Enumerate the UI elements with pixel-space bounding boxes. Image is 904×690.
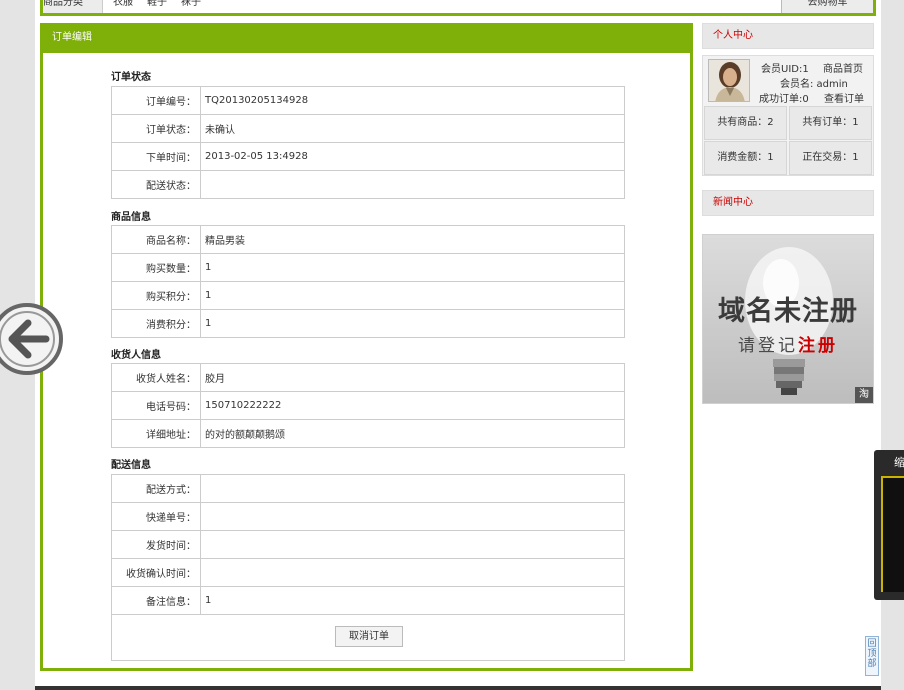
stat-orders: 共有订单：1 [789,106,872,140]
product-info-table: 商品名称： 精品男装 购买数量： 1 购买积分： 1 消费积分： 1 [111,225,625,338]
table-row: 收货人姓名： 胶月 [111,363,625,392]
field-label: 订单状态： [111,114,201,143]
field-value: 未确认 [200,114,625,143]
table-row: 订单编号： TQ20130205134928 [111,86,625,115]
order-status-table: 订单编号： TQ20130205134928 订单状态： 未确认 下单时间： 2013… [111,86,625,199]
table-row: 订单状态： 未确认 [111,114,625,143]
section-title-recipient-info: 收货人信息 [111,350,161,361]
recipient-info-table: 收货人姓名： 胶月 电话号码： 150710222222 详细地址： 的对的额颠颠鹅颂 [111,363,625,448]
stat-spent: 消费金额：1 [704,141,787,175]
floating-panel-content [881,476,904,592]
field-label: 收货人姓名： [111,363,201,392]
floating-panel[interactable]: 缩 [874,450,904,600]
table-row: 收货确认时间： [111,558,625,587]
field-label: 购买数量： [111,253,201,282]
field-label: 配送状态： [111,170,201,199]
action-row: 取消订单 [111,615,625,661]
delivery-info-table: 配送方式： 快递单号： 发货时间： 收货确认时间： 备注信息： 1 [111,474,625,615]
field-label: 下单时间： [111,142,201,171]
table-row: 发货时间： [111,530,625,559]
field-value: 1 [200,309,625,338]
table-row: 电话号码： 150710222222 [111,391,625,420]
field-value: 胶月 [200,363,625,392]
field-value: 的对的额颠颠鹅颂 [200,419,625,448]
table-row: 消费积分： 1 [111,309,625,338]
ad-tag: 淘 [855,387,873,403]
table-row: 快递单号： [111,502,625,531]
sidebar: 个人中心 会员UID:1 商品首页 会员名: admin 成功订单:0 查看订单… [702,23,874,404]
news-center-title: 新闻中心 [702,190,874,216]
ad-headline: 域名未注册 [718,296,858,327]
success-orders: 成功订单:0 [759,94,809,105]
ad-subline-prefix: 请登记 [738,336,798,356]
field-label: 备注信息： [111,586,201,615]
ad-subline: 请登记注册 [703,331,873,356]
member-name: 会员名: admin [780,79,848,90]
table-row: 备注信息： 1 [111,586,625,615]
field-value: TQ20130205134928 [200,86,625,115]
field-label: 发货时间： [111,530,201,559]
field-label: 配送方式： [111,474,201,503]
field-label: 商品名称： [111,225,201,254]
field-value [200,502,625,531]
product-home-link[interactable]: 商品首页 [823,60,863,75]
field-label: 详细地址： [111,419,201,448]
field-label: 订单编号： [111,86,201,115]
back-to-top-button[interactable]: 回顶部 [865,636,879,676]
user-info-box: 会员UID:1 商品首页 会员名: admin 成功订单:0 查看订单 共有商品… [702,55,874,176]
field-label: 购买积分： [111,281,201,310]
field-label: 快递单号： [111,502,201,531]
field-value [200,170,625,199]
floating-panel-title: 缩 [894,456,904,469]
table-row: 详细地址： 的对的额颠颠鹅颂 [111,419,625,448]
stat-products: 共有商品：2 [704,106,787,140]
table-row: 购买数量： 1 [111,253,625,282]
field-value: 2013-02-05 13:4928 [200,142,625,171]
field-label: 电话号码： [111,391,201,420]
section-title-order-status: 订单状态 [111,72,151,83]
cancel-order-button[interactable]: 取消订单 [335,626,403,647]
table-row: 商品名称： 精品男装 [111,225,625,254]
personal-center-title: 个人中心 [702,23,874,49]
field-label: 收货确认时间： [111,558,201,587]
panel-title: 订单编辑 [43,26,690,53]
domain-ad-banner[interactable]: 域名未注册 请登记注册 淘 [702,234,874,404]
section-title-product-info: 商品信息 [111,212,151,223]
stat-trading: 正在交易：1 [789,141,872,175]
table-row: 购买积分： 1 [111,281,625,310]
field-label: 消费积分： [111,309,201,338]
field-value [200,558,625,587]
table-row: 下单时间： 2013-02-05 13:4928 [111,142,625,171]
order-edit-panel: 订单编辑 订单状态 订单编号： TQ20130205134928 订单状态： 未确认… [40,23,693,671]
field-value [200,530,625,559]
section-title-delivery-info: 配送信息 [111,460,151,471]
avatar [708,59,750,102]
field-value: 精品男装 [200,225,625,254]
field-value: 1 [200,253,625,282]
table-row: 配送状态： [111,170,625,199]
field-value [200,474,625,503]
back-arrow-icon[interactable] [0,302,64,376]
member-uid: 会员UID:1 [761,64,809,75]
table-row: 配送方式： [111,474,625,503]
field-value: 1 [200,586,625,615]
view-orders-link[interactable]: 查看订单 [824,90,864,105]
field-value: 150710222222 [200,391,625,420]
ad-register-link[interactable]: 注册 [798,336,838,356]
field-value: 1 [200,281,625,310]
